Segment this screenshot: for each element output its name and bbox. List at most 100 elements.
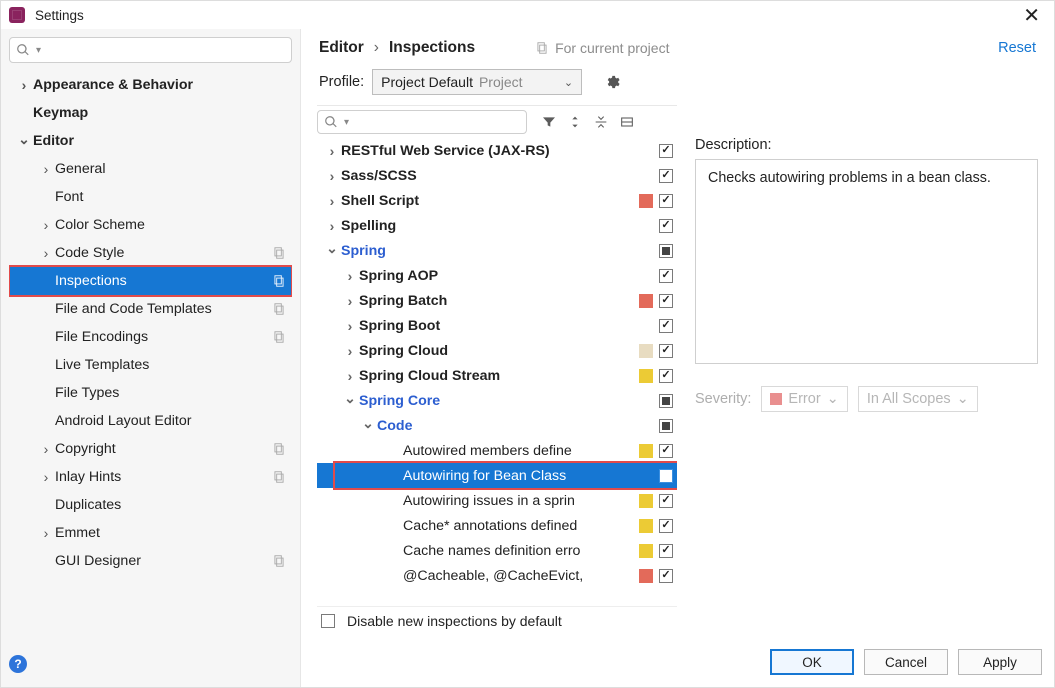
tree-row[interactable]: Autowiring issues in a sprin xyxy=(317,488,677,513)
scope-select[interactable]: In All Scopes ⌄ xyxy=(858,386,978,412)
ok-button[interactable]: OK xyxy=(770,649,854,675)
cancel-button[interactable]: Cancel xyxy=(864,649,948,675)
tree-row-label: Spring AOP xyxy=(359,268,659,284)
nav-item-code-style[interactable]: Code Style xyxy=(9,239,292,267)
checkbox[interactable] xyxy=(659,494,673,508)
expand-all-icon[interactable] xyxy=(563,110,587,134)
tree-row[interactable]: Spelling xyxy=(317,213,677,238)
checkbox[interactable] xyxy=(659,244,673,258)
details-panel: Description: Checks autowiring problems … xyxy=(695,105,1038,631)
checkbox[interactable] xyxy=(659,194,673,208)
checkbox[interactable] xyxy=(659,469,673,483)
tree-row-label: Spelling xyxy=(341,218,659,234)
nav-item-label: Color Scheme xyxy=(55,217,286,233)
close-icon[interactable]: ✕ xyxy=(1017,3,1046,28)
nav-item-file-and-code-templates[interactable]: File and Code Templates xyxy=(9,295,292,323)
chevron-icon xyxy=(341,343,359,359)
tree-row[interactable]: Autowired members define xyxy=(317,438,677,463)
chevron-icon xyxy=(341,318,359,334)
tree-row[interactable]: Spring Boot xyxy=(317,313,677,338)
disable-new-inspections[interactable]: Disable new inspections by default xyxy=(317,607,677,631)
gear-icon[interactable] xyxy=(604,74,620,90)
tree-row-label: Autowiring for Bean Class xyxy=(403,468,659,484)
nav-item-label: Inlay Hints xyxy=(55,469,272,485)
checkbox[interactable] xyxy=(659,169,673,183)
checkbox[interactable] xyxy=(659,144,673,158)
tree-row[interactable]: Spring Cloud Stream xyxy=(317,363,677,388)
chevron-icon xyxy=(37,217,55,233)
collapse-all-icon[interactable] xyxy=(589,110,613,134)
tree-row-label: Cache names definition erro xyxy=(403,543,639,559)
tree-row[interactable]: Spring Cloud xyxy=(317,338,677,363)
tree-row[interactable]: Shell Script xyxy=(317,188,677,213)
tree-row[interactable]: Spring Core xyxy=(317,388,677,413)
chevron-down-icon: ⌄ xyxy=(564,76,573,89)
apply-button[interactable]: Apply xyxy=(958,649,1042,675)
chevron-down-icon: ⌄ xyxy=(957,391,969,407)
tree-search[interactable]: ▾ xyxy=(317,110,527,134)
nav-item-color-scheme[interactable]: Color Scheme xyxy=(9,211,292,239)
tree-row-label: Spring Boot xyxy=(359,318,659,334)
chevron-icon xyxy=(323,218,341,234)
nav-item-font[interactable]: Font xyxy=(9,183,292,211)
nav-item-android-layout-editor[interactable]: Android Layout Editor xyxy=(9,407,292,435)
tree-row[interactable]: RESTful Web Service (JAX-RS) xyxy=(317,138,677,163)
severity-select[interactable]: Error ⌄ xyxy=(761,386,847,412)
tree-row[interactable]: Spring xyxy=(317,238,677,263)
nav-item-copyright[interactable]: Copyright xyxy=(9,435,292,463)
checkbox[interactable] xyxy=(659,394,673,408)
sidebar-search[interactable]: ▾ xyxy=(9,37,292,63)
checkbox[interactable] xyxy=(659,369,673,383)
checkbox[interactable] xyxy=(659,319,673,333)
tree-row[interactable]: Cache names definition erro xyxy=(317,538,677,563)
tree-row[interactable]: @Cacheable, @CacheEvict, xyxy=(317,563,677,588)
nav-item-keymap[interactable]: Keymap xyxy=(9,99,292,127)
severity-swatch xyxy=(639,569,653,583)
inspections-tree-panel: ▾ RESTful Web Service (JAX-RS) Sass/SCSS S… xyxy=(317,105,677,631)
checkbox[interactable] xyxy=(659,219,673,233)
nav-item-duplicates[interactable]: Duplicates xyxy=(9,491,292,519)
tree-row[interactable]: Spring Batch xyxy=(317,288,677,313)
chevron-down-icon: ▾ xyxy=(344,117,349,128)
checkbox[interactable] xyxy=(659,569,673,583)
nav-item-inlay-hints[interactable]: Inlay Hints xyxy=(9,463,292,491)
checkbox[interactable] xyxy=(659,519,673,533)
tree-row[interactable]: Spring AOP xyxy=(317,263,677,288)
nav-item-editor[interactable]: Editor xyxy=(9,127,292,155)
chevron-icon xyxy=(37,525,55,541)
nav-item-file-types[interactable]: File Types xyxy=(9,379,292,407)
checkbox[interactable] xyxy=(659,544,673,558)
nav-item-file-encodings[interactable]: File Encodings xyxy=(9,323,292,351)
reset-filters-icon[interactable] xyxy=(615,110,639,134)
nav-item-appearance-behavior[interactable]: Appearance & Behavior xyxy=(9,71,292,99)
tree-row[interactable]: Sass/SCSS xyxy=(317,163,677,188)
copy-icon xyxy=(272,246,286,260)
tree-row[interactable]: Cache* annotations defined xyxy=(317,513,677,538)
filter-icon[interactable] xyxy=(537,110,561,134)
tree-row[interactable]: Code xyxy=(317,413,677,438)
tree-row[interactable]: Autowiring for Bean Class xyxy=(317,463,677,488)
profile-select[interactable]: Project Default Project ⌄ xyxy=(372,69,582,95)
reset-link[interactable]: Reset xyxy=(998,40,1036,56)
breadcrumb-root[interactable]: Editor xyxy=(319,39,364,57)
checkbox[interactable] xyxy=(321,614,335,628)
nav-item-label: Appearance & Behavior xyxy=(33,77,286,93)
nav-item-inspections[interactable]: Inspections xyxy=(9,267,292,295)
checkbox[interactable] xyxy=(659,294,673,308)
nav-item-emmet[interactable]: Emmet xyxy=(9,519,292,547)
help-icon[interactable]: ? xyxy=(9,655,27,673)
nav-item-live-templates[interactable]: Live Templates xyxy=(9,351,292,379)
tree-row-label: Spring Cloud Stream xyxy=(359,368,639,384)
checkbox[interactable] xyxy=(659,444,673,458)
breadcrumb-leaf: Inspections xyxy=(389,39,475,57)
dialog-buttons: OK Cancel Apply xyxy=(301,639,1054,687)
nav-item-general[interactable]: General xyxy=(9,155,292,183)
nav-item-gui-designer[interactable]: GUI Designer xyxy=(9,547,292,575)
chevron-icon xyxy=(323,143,341,159)
tree-row-label: Sass/SCSS xyxy=(341,168,659,184)
checkbox[interactable] xyxy=(659,269,673,283)
checkbox[interactable] xyxy=(659,344,673,358)
copy-icon xyxy=(272,274,286,288)
checkbox[interactable] xyxy=(659,419,673,433)
search-icon xyxy=(324,115,338,129)
